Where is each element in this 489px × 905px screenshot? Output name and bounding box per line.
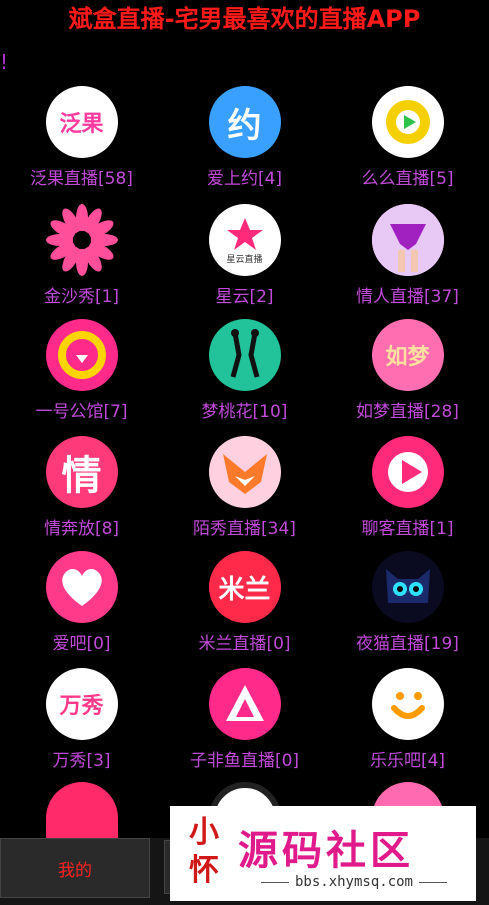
rumeng-logo-icon: 如梦 <box>371 319 444 391</box>
app-label: 么么直播[5] <box>361 169 454 189</box>
cat-icon <box>371 551 444 623</box>
ring-logo-icon <box>45 319 118 391</box>
app-item[interactable]: 么么直播[5] <box>326 86 489 201</box>
app-item[interactable]: 乐乐吧[4] <box>326 668 489 783</box>
star-logo-text: 星云直播 <box>226 254 263 265</box>
app-label: 金沙秀[1] <box>43 287 120 307</box>
wanxiu-logo-icon: 万秀 <box>45 668 118 740</box>
app-item[interactable]: 一号公馆[7] <box>0 319 163 434</box>
notice-mark: ! <box>0 50 9 74</box>
app-item[interactable]: 如梦 如梦直播[28] <box>326 319 489 434</box>
heart-icon <box>45 551 118 623</box>
app-label: 子非鱼直播[0] <box>189 751 300 771</box>
app-item[interactable]: 米兰 米兰直播[0] <box>163 551 326 666</box>
yue-logo-icon: 约 <box>208 86 281 158</box>
qing-logo-icon: 情 <box>45 436 118 508</box>
app-label: 泛果直播[58] <box>30 169 133 189</box>
app-item[interactable] <box>0 782 163 854</box>
milan-logo-icon: 米兰 <box>208 551 281 623</box>
watermark-brand: 源码社区 <box>238 828 414 874</box>
app-label: 米兰直播[0] <box>198 634 291 654</box>
app-label: 乐乐吧[4] <box>369 751 446 771</box>
app-label: 陌秀直播[34] <box>193 519 296 539</box>
app-item[interactable]: 夜猫直播[19] <box>326 551 489 666</box>
play-circle-icon <box>371 436 444 508</box>
app-item[interactable]: 陌秀直播[34] <box>163 436 326 551</box>
app-item[interactable]: 聊客直播[1] <box>326 436 489 551</box>
play-icon <box>371 86 444 158</box>
app-title: 斌盒直播-宅男最喜欢的直播APP <box>68 5 421 33</box>
dancers-icon <box>208 319 281 391</box>
app-item[interactable]: 万秀 万秀[3] <box>0 668 163 783</box>
app-item[interactable]: 情 情奔放[8] <box>0 436 163 551</box>
app-label: 梦桃花[10] <box>201 402 288 422</box>
smile-icon <box>371 668 444 740</box>
app-label: 星云[2] <box>215 287 274 307</box>
watermark-seal: 小怀 <box>189 815 219 888</box>
app-item[interactable]: 爱吧[0] <box>0 551 163 666</box>
star-logo-icon: 星云直播 <box>208 204 281 276</box>
app-label: 一号公馆[7] <box>35 402 128 422</box>
pinwheel-icon <box>45 204 118 276</box>
lingerie-icon <box>371 204 444 276</box>
fanguo-logo-icon: 泛果 <box>45 86 118 158</box>
app-item[interactable]: 金沙秀[1] <box>0 204 163 319</box>
fish-logo-icon <box>208 668 281 740</box>
app-label: 聊客直播[1] <box>361 519 454 539</box>
app-label: 情人直播[37] <box>356 287 459 307</box>
app-label: 爱上约[4] <box>206 169 283 189</box>
app-label: 爱吧[0] <box>52 634 111 654</box>
watermark-url: bbs.xhymsq.com <box>238 874 470 890</box>
tab-my[interactable]: 我的 <box>0 838 150 898</box>
app-label: 万秀[3] <box>52 751 111 771</box>
watermark: 小怀 源码社区 bbs.xhymsq.com <box>170 806 476 901</box>
app-label: 如梦直播[28] <box>356 402 459 422</box>
app-item[interactable]: 星云直播 星云[2] <box>163 204 326 319</box>
app-label: 夜猫直播[19] <box>356 634 459 654</box>
app-item[interactable]: 约 爱上约[4] <box>163 86 326 201</box>
fox-logo-icon <box>208 436 281 508</box>
app-item[interactable]: 梦桃花[10] <box>163 319 326 434</box>
app-item[interactable]: 泛果 泛果直播[58] <box>0 86 163 201</box>
app-label: 情奔放[8] <box>43 519 120 539</box>
app-item[interactable]: 情人直播[37] <box>326 204 489 319</box>
app-item[interactable]: 子非鱼直播[0] <box>163 668 326 783</box>
